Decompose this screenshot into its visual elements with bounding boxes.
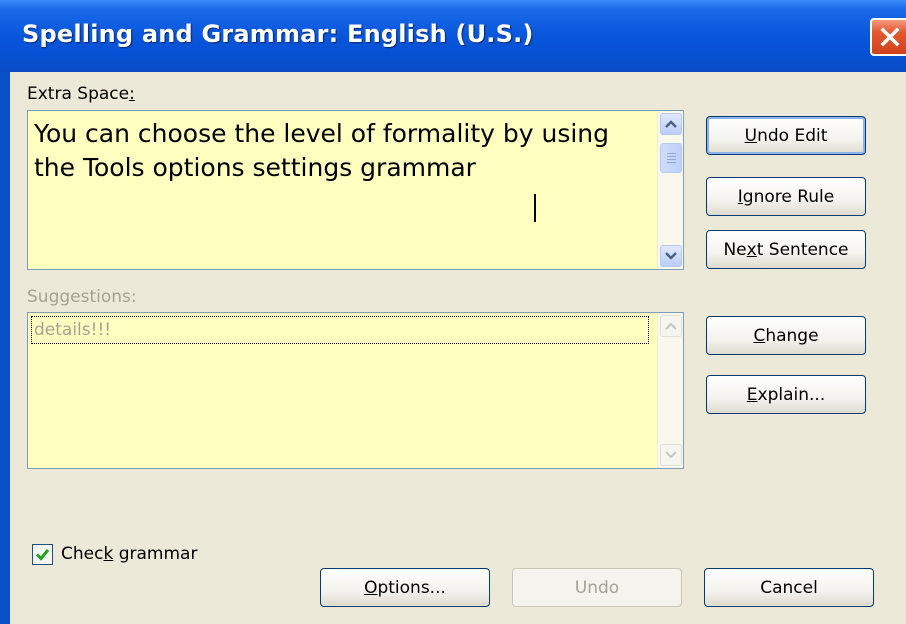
undo-button[interactable]: Undo [512,568,682,607]
check-grammar-label[interactable]: Check grammar [61,544,197,564]
problem-label: Extra Space: [27,84,135,104]
problem-textbox[interactable]: You can choose the level of formality by… [27,110,684,270]
window-title: Spelling and Grammar: English (U.S.) [22,20,534,48]
change-button[interactable]: Change [706,316,866,355]
suggestions-scroll-down-button[interactable] [660,444,682,466]
suggestion-item[interactable]: details!!! [31,316,649,344]
scroll-up-arrow-icon [665,120,677,128]
check-grammar-checkbox[interactable] [32,544,53,565]
suggestions-scroll-up-button[interactable] [660,315,682,337]
spelling-grammar-dialog: Spelling and Grammar: English (U.S.) Ext… [0,0,906,624]
options-button[interactable]: Options... [320,568,490,607]
dialog-body: Extra Space: You can choose the level of… [10,72,906,624]
title-bar[interactable]: Spelling and Grammar: English (U.S.) [0,0,906,72]
explain-button[interactable]: Explain... [706,375,866,414]
undo-edit-button[interactable]: Undo Edit [706,116,866,155]
suggestions-list[interactable]: details!!! [27,312,684,469]
scroll-down-button[interactable] [660,245,682,267]
ignore-rule-button[interactable]: Ignore Rule [706,177,866,216]
scroll-up-arrow-icon [665,322,677,330]
scroll-up-button[interactable] [660,113,682,135]
text-caret [534,194,536,222]
checkmark-icon [35,549,50,561]
problem-scrollbar[interactable] [657,111,683,269]
suggestions-label: Suggestions: [27,287,137,307]
close-icon [880,27,900,47]
problem-label-accelerator: : [129,84,135,104]
scroll-down-arrow-icon [665,451,677,459]
close-button[interactable] [870,18,906,56]
suggestions-scrollbar[interactable] [657,313,683,468]
scroll-down-arrow-icon [665,252,677,260]
cancel-button[interactable]: Cancel [704,568,874,607]
problem-text[interactable]: You can choose the level of formality by… [34,117,654,185]
next-sentence-button[interactable]: Ne x t Sentence [706,230,866,269]
scroll-thumb[interactable] [660,143,682,173]
problem-label-text: Extra Space [27,84,130,104]
